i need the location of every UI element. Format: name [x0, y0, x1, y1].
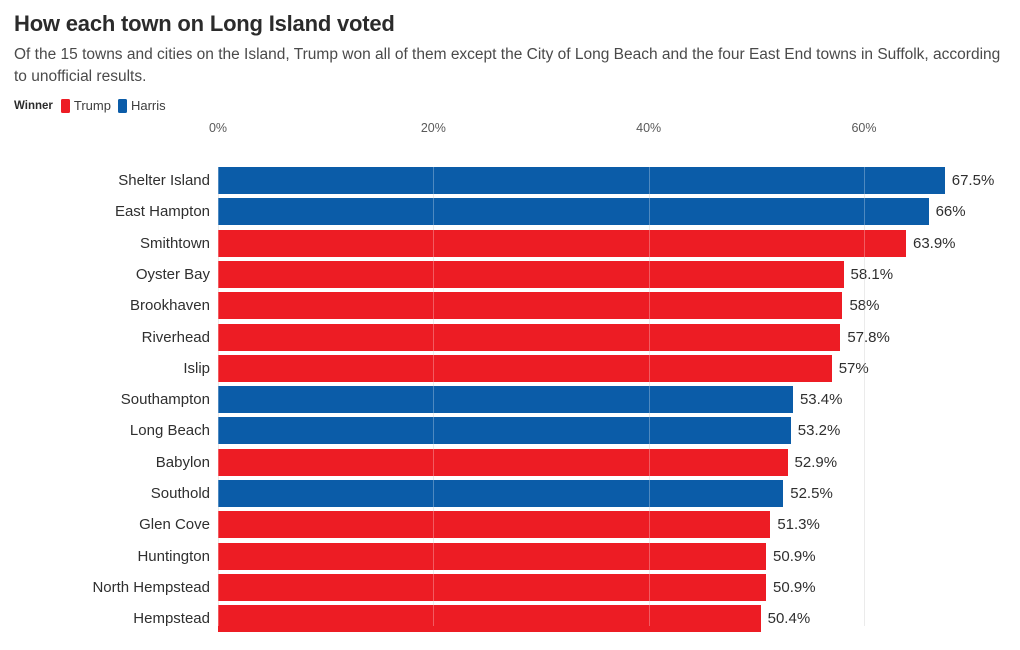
chart-legend: Winner Trump Harris — [14, 98, 1020, 113]
bar-value-label: 50.4% — [767, 610, 811, 628]
chart-page: How each town on Long Island voted Of th… — [0, 0, 1020, 650]
bar[interactable] — [218, 229, 906, 257]
bar-category-label: Brookhaven — [129, 297, 210, 315]
bar[interactable] — [218, 354, 832, 382]
bar[interactable] — [218, 167, 945, 194]
bar-category-label: Shelter Island — [118, 172, 210, 189]
bar-value-label: 53.4% — [799, 391, 843, 409]
bar-category-label: Huntington — [137, 547, 210, 565]
bar-category-label: Long Beach — [129, 422, 210, 440]
bar[interactable] — [218, 573, 767, 601]
bar-row[interactable]: Oyster Bay 58.1% — [136, 260, 1020, 288]
bar[interactable] — [218, 198, 929, 226]
bar-category-label: Smithtown — [139, 234, 210, 252]
bar[interactable] — [218, 292, 843, 320]
bar[interactable] — [218, 417, 791, 445]
page-title: How each town on Long Island voted — [14, 11, 395, 36]
bar-value-label: 58.1% — [850, 265, 894, 283]
bar-value-label: 50.9% — [773, 547, 816, 565]
bar-value-label: 50.9% — [773, 578, 816, 596]
bar-row[interactable]: Hempstead 50.4% — [133, 605, 1020, 633]
bar-row[interactable]: Southold 52.5% — [151, 480, 1020, 507]
legend-label-harris: Harris — [130, 98, 166, 113]
bar[interactable] — [218, 542, 767, 570]
bar[interactable] — [218, 260, 844, 288]
legend-title: Winner — [14, 99, 53, 112]
chart-subtitle: Of the 15 towns and cities on the Island… — [14, 46, 1001, 85]
bar-value-label: 52.9% — [794, 453, 838, 471]
bar[interactable] — [218, 323, 841, 351]
bar-value-label: 51.3% — [777, 516, 820, 534]
legend-swatch-harris — [117, 98, 127, 113]
bar-value-label: 67.5% — [951, 172, 995, 189]
bar-row[interactable]: North Hempstead 50.9% — [92, 573, 1020, 601]
gridline-overlay — [864, 167, 865, 626]
bar[interactable] — [218, 511, 771, 539]
bar-category-label: East Hampton — [114, 203, 210, 221]
legend-label-trump: Trump — [73, 98, 111, 113]
bar-row[interactable]: East Hampton 66% — [115, 198, 1020, 226]
x-axis-tick-label: 0% — [208, 121, 228, 135]
bar-row[interactable]: Babylon 52.9% — [156, 448, 1020, 476]
bar-value-label: 66% — [935, 203, 966, 221]
bar-value-label: 52.5% — [790, 485, 833, 502]
x-axis-tick-label: 60% — [851, 121, 877, 135]
legend-swatch-trump — [60, 98, 70, 113]
x-axis-ticks: 0% 20% 40% 60% — [0, 121, 1020, 143]
bar-row[interactable]: Huntington 50.9% — [137, 542, 1020, 570]
bar-category-label: North Hempstead — [92, 578, 210, 596]
bar-value-label: 57.8% — [847, 328, 890, 346]
bar-category-label: Glen Cove — [139, 516, 210, 534]
legend-item-trump[interactable]: Trump — [60, 98, 111, 113]
bar-row[interactable]: Islip 57% — [183, 354, 1020, 382]
bar-row[interactable]: Southampton 53.4% — [121, 386, 1020, 414]
chart-header: How each town on Long Island voted Of th… — [0, 0, 1020, 88]
bar-value-label: 63.9% — [912, 234, 956, 252]
bar[interactable] — [218, 448, 788, 476]
bar-rows: Shelter Island 67.5% East Hampton 66% Smitht… — [92, 167, 1020, 633]
bar-row[interactable]: Riverhead 57.8% — [142, 323, 1020, 351]
x-axis-tick-label: 20% — [420, 121, 446, 135]
bar-row[interactable]: Glen Cove 51.3% — [139, 511, 1020, 539]
gridline-overlay — [648, 167, 650, 626]
bar-chart: 0% 20% 40% 60% Shelter Island 67.5% East Hamp… — [0, 121, 1020, 633]
gridline-overlay — [433, 167, 435, 626]
plot-area: Shelter Island 67.5% East Hampton 66% Smitht… — [92, 145, 1020, 633]
x-axis-tick-label: 40% — [636, 121, 662, 135]
bar-category-label: Riverhead — [141, 328, 210, 346]
bar[interactable] — [218, 386, 793, 414]
bar-category-label: Oyster Bay — [135, 265, 210, 283]
bar-value-label: 58% — [849, 297, 880, 315]
bar-category-label: Hempstead — [133, 610, 210, 628]
bar-category-label: Southampton — [120, 391, 210, 409]
bar-row[interactable]: Smithtown 63.9% — [140, 229, 1020, 257]
gridline-overlay — [218, 167, 219, 626]
bar[interactable] — [218, 480, 784, 507]
bar-category-label: Southold — [150, 485, 210, 502]
legend-item-harris[interactable]: Harris — [117, 98, 166, 113]
bar-value-label: 53.2% — [797, 422, 841, 440]
bar[interactable] — [218, 605, 761, 633]
bar-row[interactable]: Brookhaven 58% — [130, 292, 1020, 320]
bar-row[interactable]: Shelter Island 67.5% — [118, 167, 1020, 194]
bar-category-label: Islip — [183, 359, 210, 377]
bar-row[interactable]: Long Beach 53.2% — [130, 417, 1020, 445]
bar-category-label: Babylon — [155, 453, 210, 471]
